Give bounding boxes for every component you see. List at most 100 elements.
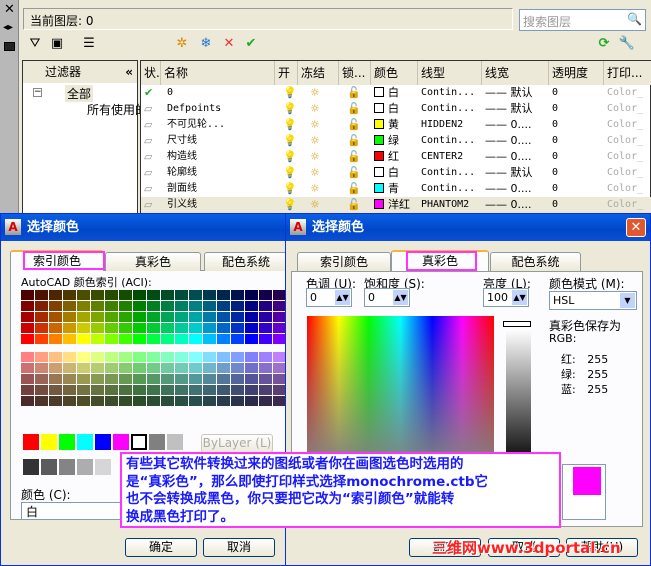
- aci-swatch[interactable]: [217, 323, 230, 333]
- standard-color-swatch[interactable]: [59, 434, 75, 450]
- aci-swatch[interactable]: [147, 363, 160, 373]
- hue-saturation-field[interactable]: [307, 316, 494, 466]
- aci-swatch[interactable]: [21, 323, 34, 333]
- aci-swatch[interactable]: [147, 352, 160, 362]
- layer-color[interactable]: 白: [374, 85, 399, 101]
- linetype[interactable]: PHANTOM2: [421, 197, 469, 213]
- aci-swatch[interactable]: [245, 312, 258, 322]
- aci-swatch[interactable]: [203, 312, 216, 322]
- column-header[interactable]: 颜色: [371, 61, 418, 85]
- aci-swatch[interactable]: [231, 363, 244, 373]
- aci-swatch[interactable]: [175, 334, 188, 344]
- aci-swatch[interactable]: [119, 352, 132, 362]
- aci-swatch[interactable]: [147, 290, 160, 300]
- unlock-icon[interactable]: 🔓: [347, 117, 361, 133]
- search-layer-input[interactable]: 搜索图层 🔍: [519, 9, 646, 31]
- plot-style[interactable]: Color_: [607, 85, 643, 101]
- aci-swatch[interactable]: [203, 352, 216, 362]
- aci-swatch[interactable]: [35, 385, 48, 395]
- transparency[interactable]: 0: [552, 181, 558, 197]
- aci-swatch[interactable]: [77, 374, 90, 384]
- lightbulb-on-icon[interactable]: 💡: [283, 117, 297, 133]
- aci-swatch[interactable]: [63, 374, 76, 384]
- aci-swatch[interactable]: [63, 312, 76, 322]
- aci-swatch[interactable]: [63, 290, 76, 300]
- aci-swatch[interactable]: [175, 385, 188, 395]
- aci-swatch[interactable]: [273, 290, 285, 300]
- aci-swatch[interactable]: [189, 363, 202, 373]
- column-header[interactable]: 锁...: [339, 61, 371, 85]
- aci-swatch[interactable]: [161, 363, 174, 373]
- aci-swatch[interactable]: [217, 312, 230, 322]
- standard-color-swatch[interactable]: [95, 434, 111, 450]
- column-header[interactable]: 线宽: [482, 61, 549, 85]
- plot-style[interactable]: Color_: [607, 181, 643, 197]
- aci-swatch[interactable]: [21, 363, 34, 373]
- aci-swatch[interactable]: [77, 323, 90, 333]
- column-header[interactable]: 冻结: [298, 61, 339, 85]
- aci-swatch[interactable]: [133, 385, 146, 395]
- aci-swatch[interactable]: [63, 301, 76, 311]
- new-group-filter-icon[interactable]: ▣: [48, 36, 66, 52]
- aci-swatch[interactable]: [259, 312, 272, 322]
- aci-swatch[interactable]: [49, 290, 62, 300]
- aci-swatch[interactable]: [259, 352, 272, 362]
- unlock-icon[interactable]: 🔓: [347, 133, 361, 149]
- new-filter-icon[interactable]: ⛛: [26, 36, 44, 52]
- aci-swatch[interactable]: [217, 334, 230, 344]
- aci-swatch[interactable]: [203, 374, 216, 384]
- aci-swatch[interactable]: [21, 374, 34, 384]
- aci-swatch[interactable]: [105, 290, 118, 300]
- aci-swatch[interactable]: [203, 334, 216, 344]
- aci-swatch[interactable]: [49, 363, 62, 373]
- aci-swatch[interactable]: [273, 396, 285, 406]
- linetype[interactable]: Contin...: [421, 165, 475, 181]
- aci-swatch[interactable]: [203, 385, 216, 395]
- aci-swatch[interactable]: [49, 334, 62, 344]
- close-button[interactable]: ✕: [626, 218, 646, 237]
- set-current-icon[interactable]: ✔: [242, 36, 260, 52]
- aci-swatch[interactable]: [21, 334, 34, 344]
- aci-swatch[interactable]: [231, 352, 244, 362]
- lightbulb-on-icon[interactable]: 💡: [283, 197, 297, 213]
- standard-color-swatch[interactable]: [113, 434, 129, 450]
- aci-swatch[interactable]: [161, 374, 174, 384]
- aci-swatch[interactable]: [49, 323, 62, 333]
- aci-swatch[interactable]: [91, 323, 104, 333]
- aci-swatch[interactable]: [175, 374, 188, 384]
- chevron-down-icon[interactable]: ▼: [620, 293, 635, 308]
- layer-color[interactable]: 白: [374, 101, 399, 117]
- saturation-spinner[interactable]: 0 ▲▼: [364, 288, 410, 307]
- layer-name[interactable]: 轮廓线: [167, 165, 272, 181]
- column-header[interactable]: 状.: [141, 61, 161, 85]
- aci-swatch[interactable]: [203, 301, 216, 311]
- standard-color-swatch[interactable]: [77, 434, 93, 450]
- aci-swatch[interactable]: [35, 396, 48, 406]
- sun-thawed-icon[interactable]: ☼: [310, 181, 320, 197]
- aci-swatch[interactable]: [161, 396, 174, 406]
- gray-color-swatch[interactable]: [23, 459, 39, 475]
- layer-name[interactable]: 剖面线: [167, 181, 272, 197]
- ok-button[interactable]: 确定: [125, 538, 197, 557]
- collapse-toggle-icon[interactable]: −: [33, 88, 42, 97]
- unlock-icon[interactable]: 🔓: [347, 197, 361, 213]
- aci-swatch[interactable]: [21, 396, 34, 406]
- color-model-select[interactable]: HSL ▼: [549, 291, 637, 310]
- layer-row[interactable]: ▱ Defpoints 💡 ☼ 🔓 白 Contin... —— 默认 0 Color_: [141, 101, 651, 117]
- aci-swatch[interactable]: [21, 301, 34, 311]
- layer-color[interactable]: 绿: [374, 133, 399, 149]
- aci-swatch[interactable]: [35, 323, 48, 333]
- tab-index-color[interactable]: 索引颜色: [297, 252, 391, 271]
- layer-row[interactable]: ▱ 尺寸线 💡 ☼ 🔓 绿 Contin... —— 0.... 0 Color_: [141, 133, 651, 149]
- aci-swatch[interactable]: [77, 312, 90, 322]
- plot-style[interactable]: Color_: [607, 101, 643, 117]
- aci-swatch[interactable]: [273, 363, 285, 373]
- aci-swatch[interactable]: [63, 396, 76, 406]
- aci-swatch[interactable]: [245, 396, 258, 406]
- aci-swatch[interactable]: [189, 312, 202, 322]
- transparency[interactable]: 0: [552, 117, 558, 133]
- transparency[interactable]: 0: [552, 197, 558, 213]
- aci-swatch[interactable]: [91, 352, 104, 362]
- layer-row[interactable]: ▱ 不可见轮... 💡 ☼ 🔓 黄 HIDDEN2 —— 0.... 0 Color_: [141, 117, 651, 133]
- column-header[interactable]: 线型: [418, 61, 482, 85]
